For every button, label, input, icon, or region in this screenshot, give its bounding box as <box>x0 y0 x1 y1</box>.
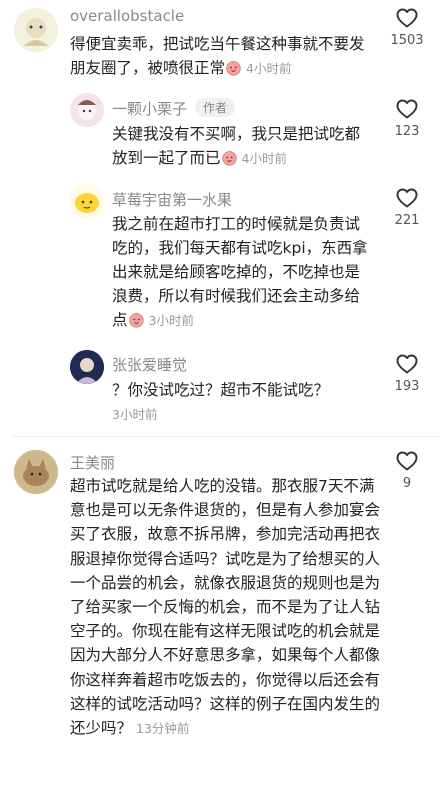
like-button[interactable]: 1503 <box>388 6 426 48</box>
avatar[interactable] <box>70 350 104 384</box>
avatar[interactable] <box>14 450 58 494</box>
peach-emoji-icon <box>221 149 238 166</box>
comment-text: 关键我没有不买啊，我只是把试吃都放到一起了而已 4小时前 <box>112 125 361 167</box>
heart-outline-icon <box>395 352 419 376</box>
username[interactable]: overallobstacle <box>70 7 184 25</box>
username[interactable]: 张张爱睡觉 <box>112 354 187 375</box>
heart-outline-icon <box>395 186 419 210</box>
comment-time: 3小时前 <box>112 407 158 422</box>
author-badge: 作者 <box>195 98 236 117</box>
like-count: 123 <box>394 124 420 139</box>
like-count: 221 <box>394 213 420 228</box>
like-button[interactable]: 9 <box>388 449 426 491</box>
heart-outline-icon <box>395 97 419 121</box>
avatar[interactable] <box>14 8 58 52</box>
like-button[interactable]: 193 <box>388 352 426 394</box>
heart-outline-icon <box>395 6 419 30</box>
username[interactable]: 王美丽 <box>70 452 115 473</box>
avatar[interactable] <box>70 184 104 218</box>
avatar[interactable] <box>70 93 104 127</box>
heart-outline-icon <box>395 449 419 473</box>
comment-text: 我之前在超市打工的时候就是负责试吃的，我们每天都有试吃kpi，东西拿出来就是给顾… <box>112 215 368 329</box>
like-count: 193 <box>394 379 420 394</box>
comment-text: 超市试吃就是给人吃的没错。那衣服7天不满意也是可以无条件退货的，但是有人参加宴会… <box>70 477 381 738</box>
like-count: 1503 <box>390 33 424 48</box>
peach-emoji-icon <box>128 311 145 328</box>
comment-time: 4小时前 <box>246 61 292 76</box>
comment-time: 3小时前 <box>148 313 194 328</box>
like-count: 9 <box>402 476 412 491</box>
username[interactable]: 一颗小栗子 作者 <box>112 98 236 119</box>
comment-text: ？你没试吃过？超市不能试吃？ 3小时前 <box>112 381 330 422</box>
like-button[interactable]: 123 <box>388 97 426 139</box>
like-button[interactable]: 221 <box>388 186 426 228</box>
peach-emoji-icon <box>225 59 242 76</box>
divider <box>12 436 441 437</box>
username[interactable]: 草莓宇宙第一水果 <box>112 189 232 210</box>
comment-time: 4小时前 <box>241 151 287 166</box>
comment-time: 13分钟前 <box>136 721 190 737</box>
comment-text: 得便宜卖乖，把试吃当午餐这种事就不要发朋友圈了，被喷很正常 4小时前 <box>70 35 365 77</box>
